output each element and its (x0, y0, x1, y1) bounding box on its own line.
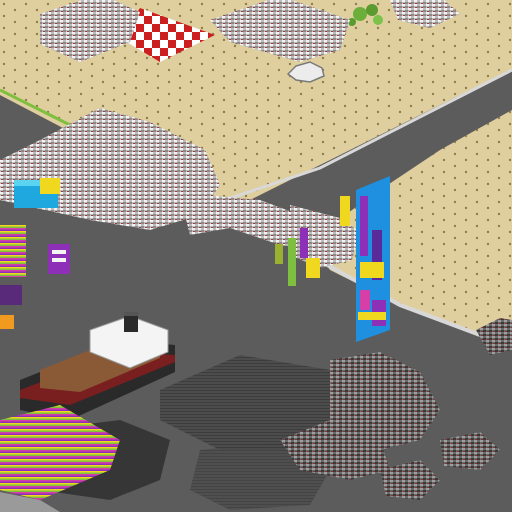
pillar-olive (275, 244, 283, 264)
pillar-purple (300, 228, 308, 258)
pillar-green (288, 238, 296, 286)
pillar-yellow (306, 258, 320, 278)
isometric-scene[interactable] (0, 0, 512, 512)
game-viewport[interactable] (0, 0, 512, 512)
